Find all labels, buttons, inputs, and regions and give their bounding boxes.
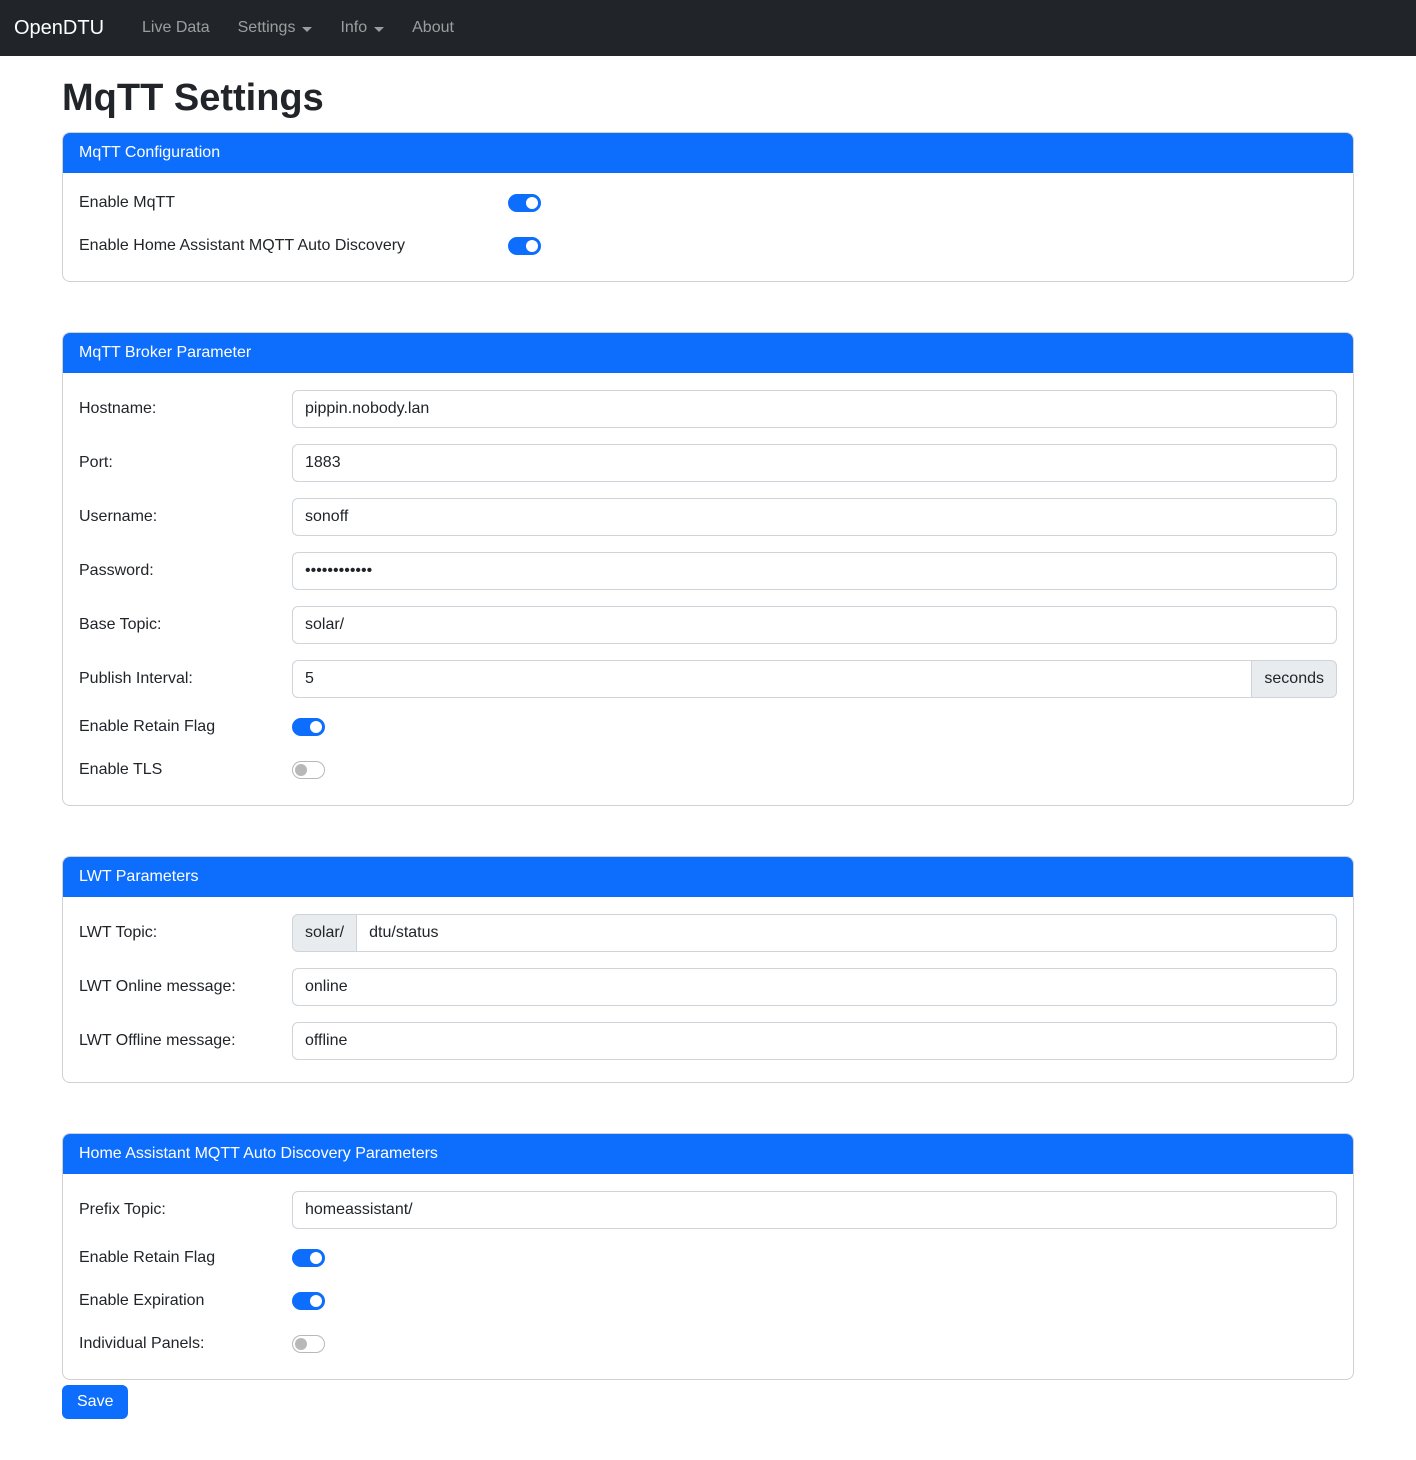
hostname-input[interactable]	[292, 390, 1337, 428]
publish-interval-label: Publish Interval:	[79, 670, 292, 688]
row-publish-interval: Publish Interval: seconds	[79, 660, 1337, 698]
nav-item-about-label: About	[412, 19, 454, 37]
toggle-knob	[526, 197, 538, 209]
broker-retain-label: Enable Retain Flag	[79, 718, 292, 736]
toggle-knob	[310, 1252, 322, 1264]
toggle-knob	[295, 764, 307, 776]
hass-retain-label: Enable Retain Flag	[79, 1249, 292, 1267]
enable-hass-discovery-label: Enable Home Assistant MQTT Auto Discover…	[79, 237, 508, 255]
lwt-topic-group: solar/	[292, 914, 1337, 952]
nav-item-settings[interactable]: Settings	[224, 11, 327, 45]
publish-interval-input[interactable]	[292, 660, 1252, 698]
row-enable-hass-discovery: Enable Home Assistant MQTT Auto Discover…	[79, 233, 1337, 259]
row-base-topic: Base Topic:	[79, 606, 1337, 644]
card-mqtt-broker-parameter-header: MqTT Broker Parameter	[63, 333, 1353, 373]
chevron-down-icon	[302, 27, 312, 32]
prefix-topic-label: Prefix Topic:	[79, 1201, 292, 1219]
base-topic-input[interactable]	[292, 606, 1337, 644]
enable-tls-toggle[interactable]	[292, 761, 325, 779]
individual-panels-toggle[interactable]	[292, 1335, 325, 1353]
toggle-knob	[310, 721, 322, 733]
row-lwt-online: LWT Online message:	[79, 968, 1337, 1006]
page-title: MqTT Settings	[62, 77, 1354, 120]
page-container: MqTT Settings MqTT Configuration Enable …	[62, 77, 1354, 1419]
publish-interval-group: seconds	[292, 660, 1337, 698]
nav-item-info[interactable]: Info	[326, 11, 398, 45]
row-individual-panels: Individual Panels:	[79, 1331, 1337, 1357]
enable-tls-label: Enable TLS	[79, 761, 292, 779]
broker-retain-toggle[interactable]	[292, 718, 325, 736]
chevron-down-icon	[374, 27, 384, 32]
row-enable-tls: Enable TLS	[79, 757, 1337, 783]
row-username: Username:	[79, 498, 1337, 536]
card-lwt-parameters-header: LWT Parameters	[63, 857, 1353, 897]
card-hass-discovery-parameters-header: Home Assistant MQTT Auto Discovery Param…	[63, 1134, 1353, 1174]
individual-panels-label: Individual Panels:	[79, 1335, 292, 1353]
base-topic-label: Base Topic:	[79, 616, 292, 634]
nav-item-live-data-label: Live Data	[142, 19, 210, 37]
toggle-knob	[310, 1295, 322, 1307]
lwt-online-input[interactable]	[292, 968, 1337, 1006]
nav-item-live-data[interactable]: Live Data	[128, 11, 224, 45]
row-broker-retain: Enable Retain Flag	[79, 714, 1337, 740]
hostname-label: Hostname:	[79, 400, 292, 418]
password-label: Password:	[79, 562, 292, 580]
lwt-topic-input[interactable]	[357, 914, 1337, 952]
enable-mqtt-toggle[interactable]	[508, 194, 541, 212]
row-prefix-topic: Prefix Topic:	[79, 1191, 1337, 1229]
row-hass-retain: Enable Retain Flag	[79, 1245, 1337, 1271]
port-input[interactable]	[292, 444, 1337, 482]
prefix-topic-input[interactable]	[292, 1191, 1337, 1229]
enable-mqtt-label: Enable MqTT	[79, 194, 508, 212]
hass-retain-toggle[interactable]	[292, 1249, 325, 1267]
row-password: Password:	[79, 552, 1337, 590]
card-mqtt-configuration-header: MqTT Configuration	[63, 133, 1353, 173]
save-button[interactable]: Save	[62, 1385, 128, 1419]
row-enable-expiration: Enable Expiration	[79, 1288, 1337, 1314]
row-port: Port:	[79, 444, 1337, 482]
card-mqtt-configuration: MqTT Configuration Enable MqTT Enable Ho…	[62, 132, 1354, 282]
enable-hass-discovery-toggle[interactable]	[508, 237, 541, 255]
username-label: Username:	[79, 508, 292, 526]
lwt-offline-input[interactable]	[292, 1022, 1337, 1060]
toggle-knob	[526, 240, 538, 252]
lwt-topic-prefix: solar/	[292, 914, 357, 952]
nav-item-settings-label: Settings	[238, 19, 296, 37]
toggle-knob	[295, 1338, 307, 1350]
lwt-online-label: LWT Online message:	[79, 978, 292, 996]
enable-expiration-toggle[interactable]	[292, 1292, 325, 1310]
card-lwt-parameters: LWT Parameters LWT Topic: solar/ LWT Onl…	[62, 856, 1354, 1083]
password-input[interactable]	[292, 552, 1337, 590]
nav-item-info-label: Info	[340, 19, 367, 37]
port-label: Port:	[79, 454, 292, 472]
publish-interval-unit: seconds	[1252, 660, 1337, 698]
row-hostname: Hostname:	[79, 390, 1337, 428]
navbar: OpenDTU Live Data Settings Info About	[0, 0, 1416, 56]
card-mqtt-broker-parameter: MqTT Broker Parameter Hostname: Port: Us…	[62, 332, 1354, 806]
lwt-offline-label: LWT Offline message:	[79, 1032, 292, 1050]
row-enable-mqtt: Enable MqTT	[79, 190, 1337, 216]
card-hass-discovery-parameters: Home Assistant MQTT Auto Discovery Param…	[62, 1133, 1354, 1380]
row-lwt-offline: LWT Offline message:	[79, 1022, 1337, 1060]
lwt-topic-label: LWT Topic:	[79, 924, 292, 942]
username-input[interactable]	[292, 498, 1337, 536]
row-lwt-topic: LWT Topic: solar/	[79, 914, 1337, 952]
navbar-brand[interactable]: OpenDTU	[14, 17, 104, 40]
nav-item-about[interactable]: About	[398, 11, 468, 45]
enable-expiration-label: Enable Expiration	[79, 1292, 292, 1310]
